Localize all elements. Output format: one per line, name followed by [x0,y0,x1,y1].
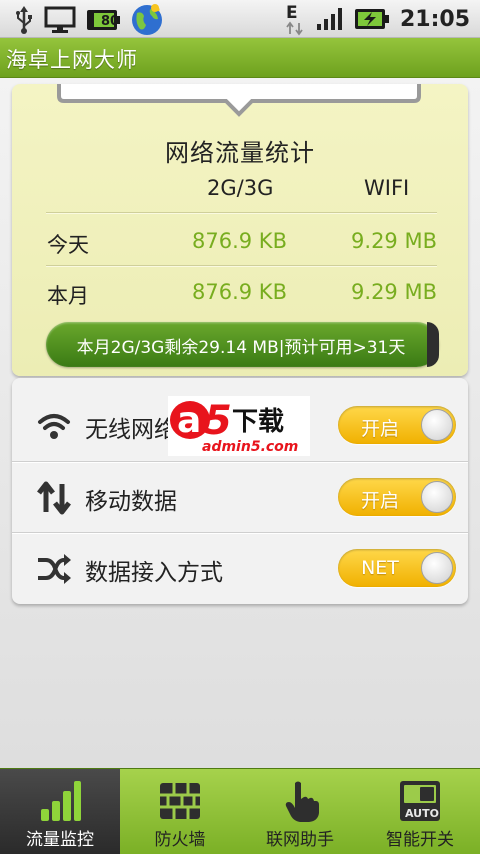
globe-icon [132,4,162,35]
row-label-today: 今天 [47,233,89,257]
setting-label-access-mode: 数据接入方式 [85,560,223,586]
tab-label: 联网助手 [266,830,334,850]
setting-row-mobile-data[interactable]: 移动数据 开启 [12,462,468,534]
signal-strength-icon [316,8,342,30]
watermark-logo: a 5 下载 admin5.com [170,398,298,455]
column-header-wifi: WIFI [364,176,410,200]
access-mode-toggle[interactable]: NET [338,549,456,587]
toggle-knob [421,409,453,441]
app-title-bar: 海卓上网大师 [0,38,480,78]
toggle-text: 开启 [360,418,399,440]
status-bar: 80 E 21:05 [0,0,480,38]
svg-text:下载: 下载 [232,407,284,437]
quota-summary-bar[interactable]: 本月2G/3G剩余29.14 MB|预计可用>31天 [46,322,439,367]
toggle-knob [421,481,453,513]
svg-text:a: a [177,400,201,441]
wifi-toggle[interactable]: 开启 [338,406,456,444]
today-mobile-value: 876.9 KB [192,229,287,253]
wifi-icon [38,414,70,439]
column-header-mobile: 2G/3G [207,176,274,200]
mobile-data-toggle[interactable]: 开启 [338,478,456,516]
clip-decoration [57,84,421,117]
network-type-icon: E [286,3,303,36]
bottom-nav: 流量监控 防火墙 联网助手 AUTO 智能开关 [0,768,480,854]
svg-text:AUTO: AUTO [405,807,439,820]
row-label-month: 本月 [47,284,89,308]
divider [46,265,437,267]
today-wifi-value: 9.29 MB [351,229,437,253]
app-title: 海卓上网大师 [6,48,138,72]
svg-text:80: 80 [101,14,119,29]
monitor-icon [44,6,76,33]
divider [46,212,437,214]
bar-chart-icon [41,781,81,821]
tab-traffic-monitor[interactable]: 流量监控 [0,769,120,854]
toggle-knob [421,552,453,584]
clock: 21:05 [399,6,470,32]
watermark: a 5 下载 admin5.com [168,396,310,456]
auto-switch-icon: AUTO [400,781,440,821]
tab-smart-switch[interactable]: AUTO 智能开关 [360,769,480,854]
battery-charging-icon [354,9,389,29]
svg-text:admin5.com: admin5.com [202,439,298,455]
firewall-icon [160,783,200,819]
quota-summary-text: 本月2G/3G剩余29.14 MB|预计可用>31天 [76,338,406,358]
data-arrows-icon [37,481,71,515]
tab-label: 智能开关 [386,830,454,850]
svg-text:E: E [286,3,298,23]
tab-network-assistant[interactable]: 联网助手 [240,769,360,854]
setting-label-mobile-data: 移动数据 [85,489,177,515]
setting-label-wifi: 无线网络 [85,417,177,443]
month-wifi-value: 9.29 MB [351,280,437,304]
tab-firewall[interactable]: 防火墙 [120,769,240,854]
tab-label: 防火墙 [154,830,206,850]
tab-label: 流量监控 [26,830,94,850]
battery-app-icon: 80 [87,10,120,30]
toggle-text: NET [361,557,399,579]
stats-title: 网络流量统计 [165,139,315,167]
svg-text:5: 5 [204,398,232,444]
usb-icon [16,6,32,34]
hand-pointer-icon [285,781,319,822]
toggle-text: 开启 [360,490,399,512]
shuffle-icon [38,554,71,584]
setting-row-access-mode[interactable]: 数据接入方式 NET [12,533,468,604]
month-mobile-value: 876.9 KB [192,280,287,304]
